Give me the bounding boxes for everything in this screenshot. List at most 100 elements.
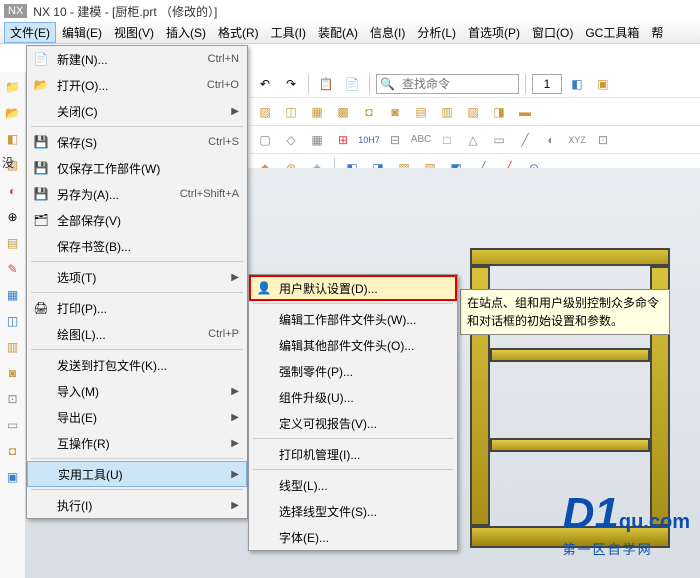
file-menu-item[interactable]: 保存书签(B)...: [27, 233, 247, 259]
window-title: NX 10 - 建模 - [厨柜.prt （修改的）]: [33, 3, 217, 20]
nav2-icon[interactable]: 📂: [2, 102, 24, 124]
save-as-icon: 💾: [31, 184, 51, 204]
menu-view[interactable]: 视图(V): [108, 22, 160, 43]
solid10-icon[interactable]: ◨: [488, 101, 510, 123]
nav12-icon[interactable]: ◙: [2, 362, 24, 384]
save-icon: 💾: [31, 132, 51, 152]
submenu-item[interactable]: 字体(E)...: [249, 524, 457, 550]
box-icon[interactable]: ▣: [592, 73, 614, 95]
menu-window[interactable]: 窗口(O): [526, 22, 579, 43]
undo-icon[interactable]: ↶: [254, 73, 276, 95]
menu-help[interactable]: 帮: [645, 22, 669, 43]
circle-icon[interactable]: ◐: [540, 129, 562, 151]
tooltip: 在站点、组和用户级别控制众多命令和对话框的初始设置和参数。: [460, 289, 670, 335]
menu-format[interactable]: 格式(R): [212, 22, 265, 43]
grid-icon[interactable]: ▦: [306, 129, 328, 151]
nav1-icon[interactable]: 📁: [2, 76, 24, 98]
nav9-icon[interactable]: ▦: [2, 284, 24, 306]
submenu-item[interactable]: 线型(L)...: [249, 472, 457, 498]
menu-info[interactable]: 信息(I): [364, 22, 411, 43]
menubar: 文件(E) 编辑(E) 视图(V) 插入(S) 格式(R) 工具(I) 装配(A…: [0, 22, 700, 44]
menu-gctoolbox[interactable]: GC工具箱: [579, 22, 645, 43]
submenu-item[interactable]: 强制零件(P)...: [249, 358, 457, 384]
menu-edit[interactable]: 编辑(E): [56, 22, 108, 43]
rect-icon[interactable]: ▭: [488, 129, 510, 151]
cube-icon[interactable]: ◧: [566, 73, 588, 95]
tri-icon[interactable]: △: [462, 129, 484, 151]
file-menu-item[interactable]: 🗂全部保存(V): [27, 207, 247, 233]
solid6-icon[interactable]: ◙: [384, 101, 406, 123]
file-menu-item[interactable]: 绘图(L)...Ctrl+P: [27, 321, 247, 347]
submenu-item[interactable]: 组件升级(U)...: [249, 384, 457, 410]
file-menu-item[interactable]: 导入(M)▶: [27, 378, 247, 404]
nav3-icon[interactable]: ◧: [2, 128, 24, 150]
solid1-icon[interactable]: ▨: [254, 101, 276, 123]
file-menu-item[interactable]: 💾另存为(A)...Ctrl+Shift+A: [27, 181, 247, 207]
submenu-item[interactable]: 选择线型文件(S)...: [249, 498, 457, 524]
nav7-icon[interactable]: ▤: [2, 232, 24, 254]
nav11-icon[interactable]: ▥: [2, 336, 24, 358]
copy-icon[interactable]: 📋: [315, 73, 337, 95]
user-icon: 👤: [255, 279, 273, 297]
solid11-icon[interactable]: ▬: [514, 101, 536, 123]
sk1-icon[interactable]: ▢: [254, 129, 276, 151]
file-menu-item[interactable]: 实用工具(U)▶: [27, 461, 247, 487]
nav13-icon[interactable]: ⊡: [2, 388, 24, 410]
file-menu-item[interactable]: 关闭(C)▶: [27, 98, 247, 124]
menu-file[interactable]: 文件(E): [4, 22, 56, 43]
align-icon[interactable]: ⊟: [384, 129, 406, 151]
file-menu-item[interactable]: 选项(T)▶: [27, 264, 247, 290]
menu-tools[interactable]: 工具(I): [265, 22, 312, 43]
no-selection-label: 没: [2, 154, 14, 171]
solid9-icon[interactable]: ▧: [462, 101, 484, 123]
nav15-icon[interactable]: ◘: [2, 440, 24, 462]
xyz-icon[interactable]: XYZ: [566, 129, 588, 151]
menu-analysis[interactable]: 分析(L): [411, 22, 462, 43]
print-icon: 🖨: [31, 298, 51, 318]
square-icon[interactable]: □: [436, 129, 458, 151]
file-menu-item[interactable]: 导出(E)▶: [27, 404, 247, 430]
nav5-icon[interactable]: ◐: [2, 180, 24, 202]
solid3-icon[interactable]: ▦: [306, 101, 328, 123]
submenu-item[interactable]: 定义可视报告(V)...: [249, 410, 457, 436]
file-menu-item[interactable]: 💾保存(S)Ctrl+S: [27, 129, 247, 155]
nav8-icon[interactable]: ✎: [2, 258, 24, 280]
file-menu-item[interactable]: 互操作(R)▶: [27, 430, 247, 456]
text-icon[interactable]: ABC: [410, 129, 432, 151]
misc-icon[interactable]: ⊡: [592, 129, 614, 151]
nav16-icon[interactable]: ▣: [2, 466, 24, 488]
menu-insert[interactable]: 插入(S): [160, 22, 212, 43]
file-menu-item[interactable]: 执行(I)▶: [27, 492, 247, 518]
solid2-icon[interactable]: ◫: [280, 101, 302, 123]
save-work-icon: 💾: [31, 158, 51, 178]
submenu-item[interactable]: 👤用户默认设置(D)...: [249, 275, 457, 301]
nx-logo: NX: [4, 4, 27, 18]
file-menu-item[interactable]: 发送到打包文件(K)...: [27, 352, 247, 378]
file-menu-item[interactable]: 🖨打印(P)...: [27, 295, 247, 321]
h7-icon[interactable]: 10H7: [358, 129, 380, 151]
paste-icon[interactable]: 📄: [341, 73, 363, 95]
solid5-icon[interactable]: ◘: [358, 101, 380, 123]
command-finder-input[interactable]: [398, 77, 518, 91]
nav14-icon[interactable]: ▭: [2, 414, 24, 436]
sk2-icon[interactable]: ◇: [280, 129, 302, 151]
line-icon[interactable]: ╱: [514, 129, 536, 151]
page-number-input[interactable]: [532, 74, 562, 94]
file-menu-item[interactable]: 📄新建(N)...Ctrl+N: [27, 46, 247, 72]
solid7-icon[interactable]: ▤: [410, 101, 432, 123]
file-menu-item[interactable]: 📂打开(O)...Ctrl+O: [27, 72, 247, 98]
titlebar: NX NX 10 - 建模 - [厨柜.prt （修改的）]: [0, 0, 700, 22]
submenu-item[interactable]: 编辑其他部件文件头(O)...: [249, 332, 457, 358]
command-finder[interactable]: 🔍: [376, 74, 519, 94]
menu-preferences[interactable]: 首选项(P): [462, 22, 526, 43]
solid8-icon[interactable]: ▥: [436, 101, 458, 123]
solid4-icon[interactable]: ▩: [332, 101, 354, 123]
redo-icon[interactable]: ↷: [280, 73, 302, 95]
menu-assembly[interactable]: 装配(A): [312, 22, 364, 43]
submenu-item[interactable]: 打印机管理(I)...: [249, 441, 457, 467]
submenu-item[interactable]: 编辑工作部件文件头(W)...: [249, 306, 457, 332]
dim-icon[interactable]: ⊞: [332, 129, 354, 151]
file-menu-item[interactable]: 💾仅保存工作部件(W): [27, 155, 247, 181]
nav6-icon[interactable]: ⊕: [2, 206, 24, 228]
nav10-icon[interactable]: ◫: [2, 310, 24, 332]
